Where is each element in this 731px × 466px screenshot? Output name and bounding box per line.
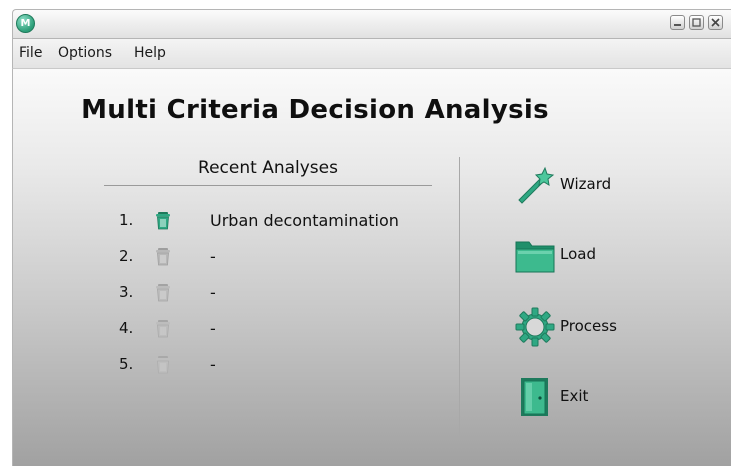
folder-icon <box>515 241 555 273</box>
trash-icon <box>156 356 170 374</box>
recent-divider <box>104 185 432 186</box>
app-logo-icon: M <box>16 14 35 33</box>
menu-bar: File Options Help <box>12 39 731 69</box>
recent-item-name: - <box>210 355 216 374</box>
trash-icon[interactable] <box>152 209 174 231</box>
recent-item-name: - <box>210 283 216 302</box>
recent-item-name[interactable]: Urban decontamination <box>210 211 399 230</box>
recent-item-name: - <box>210 319 216 338</box>
process-label: Process <box>560 317 617 335</box>
wizard-label: Wizard <box>560 175 612 193</box>
recent-item-number: 2. <box>119 247 134 265</box>
menu-help[interactable]: Help <box>134 39 166 68</box>
exit-label: Exit <box>560 387 589 405</box>
recent-item-name: - <box>210 247 216 266</box>
magic-wand-icon <box>518 166 555 204</box>
load-label: Load <box>560 245 596 263</box>
gear-icon <box>515 307 555 347</box>
recent-item-number: 4. <box>119 319 134 337</box>
app-window: M File Options Help Multi Criteria Decis… <box>12 9 731 466</box>
close-icon <box>711 18 720 27</box>
recent-item-number: 3. <box>119 283 134 301</box>
title-bar[interactable]: M <box>12 9 731 39</box>
close-button[interactable] <box>708 15 723 30</box>
trash-icon <box>156 284 170 302</box>
menu-options[interactable]: Options <box>58 39 112 68</box>
main-panel: Multi Criteria Decision Analysis Recent … <box>12 69 731 466</box>
recent-analyses-heading: Recent Analyses <box>198 158 338 178</box>
exit-door-icon <box>521 378 548 416</box>
maximize-button[interactable] <box>689 15 704 30</box>
vertical-separator <box>459 157 460 441</box>
menu-file[interactable]: File <box>19 39 42 68</box>
maximize-icon <box>692 18 701 27</box>
page-title: Multi Criteria Decision Analysis <box>81 95 549 125</box>
minimize-icon <box>674 24 681 26</box>
trash-icon <box>156 248 170 266</box>
trash-icon <box>156 320 170 338</box>
recent-item-number: 1. <box>119 211 134 229</box>
recent-item-number: 5. <box>119 355 134 373</box>
minimize-button[interactable] <box>670 15 685 30</box>
